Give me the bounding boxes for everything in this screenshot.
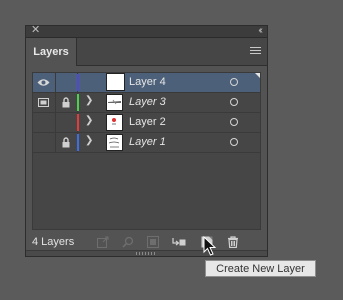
layer-row-layer-3[interactable]: ❯ Layer 3 xyxy=(33,93,260,113)
layer-color-swatch xyxy=(77,94,79,111)
layer-row-layer-1[interactable]: ❯ Layer 1 xyxy=(33,133,260,153)
visibility-toggle[interactable] xyxy=(33,113,56,132)
collapse-icon[interactable]: ‹‹ xyxy=(258,24,262,37)
chevron-right-icon[interactable]: ❯ xyxy=(85,135,93,146)
tab-layers[interactable]: Layers xyxy=(26,38,77,66)
eye-icon xyxy=(37,79,50,86)
grip-icon xyxy=(136,252,156,255)
layer-thumbnail xyxy=(106,94,123,111)
collect-for-export-icon[interactable] xyxy=(97,236,109,248)
lock-toggle[interactable] xyxy=(55,133,78,152)
lock-icon xyxy=(62,137,70,148)
layers-list: Layer 4 ❯ Layer 3 ❯ Layer 2 ❯ Layer 1 xyxy=(32,72,261,230)
layer-row-layer-2[interactable]: ❯ Layer 2 xyxy=(33,113,260,133)
lock-icon xyxy=(62,97,70,108)
visibility-toggle[interactable] xyxy=(33,133,56,152)
panel-titlebar: ✕ ‹‹ xyxy=(26,24,267,38)
current-layer-indicator-icon xyxy=(255,73,260,78)
mouse-cursor-icon xyxy=(203,236,217,256)
layer-thumbnail xyxy=(106,134,123,151)
create-new-sublayer-icon[interactable] xyxy=(172,236,186,248)
layer-color-swatch xyxy=(77,114,79,131)
target-circle-icon[interactable] xyxy=(230,98,238,106)
template-icon xyxy=(38,98,49,107)
target-circle-icon[interactable] xyxy=(230,78,238,86)
layers-panel: ✕ ‹‹ Layers Layer 4 ❯ Layer 3 ❯ Layer 2 … xyxy=(25,24,268,257)
make-clipping-mask-icon[interactable] xyxy=(147,236,159,248)
resize-handle[interactable] xyxy=(26,250,267,256)
tab-bar: Layers xyxy=(26,38,267,66)
layer-count: 4 Layers xyxy=(32,236,75,248)
layer-color-swatch xyxy=(77,74,79,91)
hamburger-menu-icon[interactable] xyxy=(250,47,261,56)
chevron-right-icon[interactable]: ❯ xyxy=(85,115,93,126)
layer-name[interactable]: Layer 4 xyxy=(129,76,166,88)
lock-toggle[interactable] xyxy=(55,113,78,132)
layer-name[interactable]: Layer 1 xyxy=(129,136,166,148)
layer-thumbnail xyxy=(106,73,125,91)
lock-toggle[interactable] xyxy=(55,73,78,92)
close-icon[interactable]: ✕ xyxy=(31,24,40,37)
layer-name[interactable]: Layer 2 xyxy=(129,116,166,128)
locate-object-icon[interactable] xyxy=(122,236,134,248)
target-circle-icon[interactable] xyxy=(230,138,238,146)
target-circle-icon[interactable] xyxy=(230,118,238,126)
layer-color-swatch xyxy=(77,134,79,151)
visibility-toggle[interactable] xyxy=(33,73,56,92)
layer-name[interactable]: Layer 3 xyxy=(129,96,166,108)
delete-layer-icon[interactable] xyxy=(227,236,239,248)
layer-thumbnail xyxy=(106,114,123,131)
tooltip-create-new-layer: Create New Layer xyxy=(205,260,316,277)
chevron-right-icon[interactable]: ❯ xyxy=(85,95,93,106)
layer-row-layer-4[interactable]: Layer 4 xyxy=(33,73,260,93)
visibility-toggle[interactable] xyxy=(33,93,56,112)
lock-toggle[interactable] xyxy=(55,93,78,112)
